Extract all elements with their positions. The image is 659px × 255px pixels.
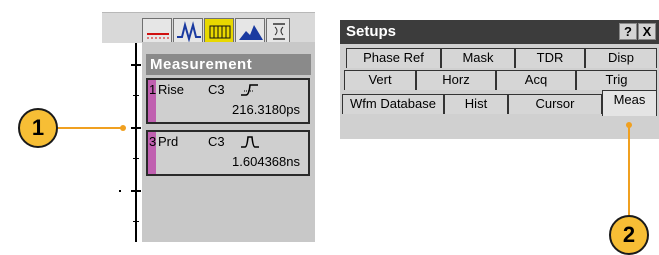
measurement-entry-period[interactable]: 3 Prd C3 1.604368ns bbox=[146, 130, 310, 176]
measurement-name: Prd bbox=[158, 134, 179, 149]
toolbar bbox=[102, 12, 315, 43]
measurement-source: C3 bbox=[208, 82, 225, 97]
measurement-title: Measurement bbox=[150, 56, 253, 73]
tab-horz[interactable]: Horz bbox=[416, 70, 496, 90]
hline-icon[interactable] bbox=[142, 18, 172, 43]
setups-title: Setups bbox=[346, 23, 397, 40]
graticule-tick bbox=[131, 127, 141, 129]
callout-2-anchor bbox=[626, 122, 632, 128]
tab-vert[interactable]: Vert bbox=[344, 70, 416, 90]
measurement-value: 216.3180ps bbox=[232, 102, 300, 117]
graticule-tick bbox=[131, 190, 141, 192]
graticule-tick bbox=[133, 95, 139, 96]
graticule-tick bbox=[133, 221, 139, 222]
measurement-panel: Measurement 1 Rise C3 216.3180ps 3 Prd C… bbox=[102, 12, 315, 242]
measurement-header: Measurement bbox=[146, 54, 311, 75]
tab-acq[interactable]: Acq bbox=[496, 70, 576, 90]
measurement-name: Rise bbox=[158, 82, 185, 97]
tab-meas[interactable]: Meas bbox=[602, 90, 657, 116]
tab-phase-ref[interactable]: Phase Ref bbox=[346, 48, 441, 68]
mountain-icon[interactable] bbox=[235, 18, 265, 43]
measurement-entry-rise[interactable]: 1 Rise C3 216.3180ps bbox=[146, 78, 310, 124]
period-waveform-icon bbox=[240, 134, 260, 155]
callout-2-leader bbox=[628, 125, 630, 215]
setups-dialog: Setups ? X Phase Ref Mask TDR Disp Vert … bbox=[340, 20, 659, 139]
tab-disp[interactable]: Disp bbox=[585, 48, 657, 68]
measurement-value: 1.604368ns bbox=[232, 154, 300, 169]
help-button[interactable]: ? bbox=[619, 23, 637, 40]
tab-cursor[interactable]: Cursor bbox=[508, 94, 602, 114]
measurement-number: 1 bbox=[149, 82, 157, 97]
measurement-source: C3 bbox=[208, 134, 225, 149]
close-button[interactable]: X bbox=[638, 23, 656, 40]
cursor-icon[interactable] bbox=[266, 18, 290, 43]
graticule-tick bbox=[133, 158, 139, 159]
callout-2: 2 bbox=[609, 215, 649, 255]
tab-hist[interactable]: Hist bbox=[444, 94, 508, 114]
tab-trig[interactable]: Trig bbox=[576, 70, 657, 90]
rise-edge-icon bbox=[240, 82, 260, 103]
setups-title-bar: Setups ? X bbox=[340, 20, 659, 44]
callout-1: 1 bbox=[18, 108, 58, 148]
graticule-dot bbox=[119, 190, 121, 192]
histogram-icon[interactable] bbox=[204, 18, 234, 43]
tab-wfm-database[interactable]: Wfm Database bbox=[342, 94, 444, 114]
waveform-icon[interactable] bbox=[173, 18, 203, 43]
graticule-tick bbox=[131, 64, 141, 66]
callout-1-leader bbox=[58, 127, 122, 129]
measurement-number: 3 bbox=[149, 134, 157, 149]
tab-tdr[interactable]: TDR bbox=[515, 48, 585, 68]
graticule-axis bbox=[135, 42, 137, 242]
callout-1-anchor bbox=[120, 125, 126, 131]
tab-mask[interactable]: Mask bbox=[441, 48, 515, 68]
